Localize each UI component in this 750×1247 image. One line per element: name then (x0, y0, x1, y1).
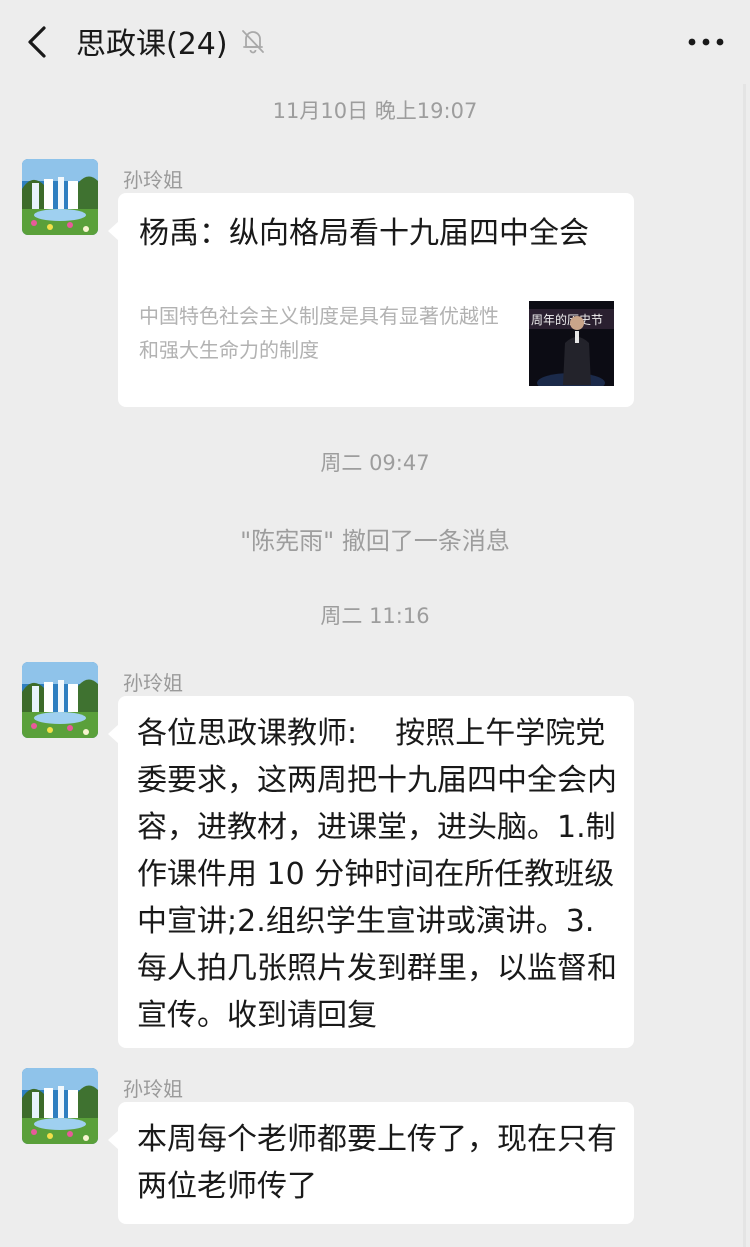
bell-off-icon (241, 30, 264, 54)
message-text: 各位思政课教师: 按照上午学院党委要求，这两周把十九届四中全会内容，进教材，进课… (137, 716, 617, 1033)
message-bubble[interactable]: 本周每个老师都要上传了，现在只有两位老师传了 (108, 1102, 634, 1224)
chat-header: 思政课(24) (0, 0, 750, 84)
avatar[interactable] (22, 159, 98, 235)
link-title: 杨禹：纵向格局看十九届四中全会 (139, 216, 589, 251)
header-title-group: 思政课(24) (76, 18, 268, 64)
recall-notice: "陈宪雨" 撤回了一条消息 (240, 527, 510, 555)
sender-name: 孙玲姐 (123, 168, 183, 192)
sender-name: 孙玲姐 (123, 1077, 183, 1101)
timestamp: 周二 11:16 (320, 604, 430, 628)
link-thumbnail: 周年的历史节 (529, 301, 614, 386)
ellipsis-icon[interactable] (684, 24, 728, 60)
svg-text:周年的历史节: 周年的历史节 (531, 312, 603, 327)
link-description: 中国特色社会主义制度是具有显著优越性和强大生命力的制度 (139, 304, 499, 362)
avatar[interactable] (22, 662, 98, 738)
timestamp: 11月10日 晚上19:07 (272, 99, 478, 123)
link-card[interactable]: 杨禹：纵向格局看十九届四中全会 中国特色社会主义制度是具有显著优越性和强大生命力… (108, 193, 634, 407)
timestamp: 周二 09:47 (320, 451, 430, 475)
chevron-left-icon[interactable] (18, 22, 58, 62)
message-text: 本周每个老师都要上传了，现在只有两位老师传了 (137, 1122, 617, 1204)
chat-title: 思政课(24) (76, 27, 228, 62)
message-bubble[interactable]: 各位思政课教师: 按照上午学院党委要求，这两周把十九届四中全会内容，进教材，进课… (108, 696, 634, 1048)
avatar[interactable] (22, 1068, 98, 1144)
sender-name: 孙玲姐 (123, 671, 183, 695)
